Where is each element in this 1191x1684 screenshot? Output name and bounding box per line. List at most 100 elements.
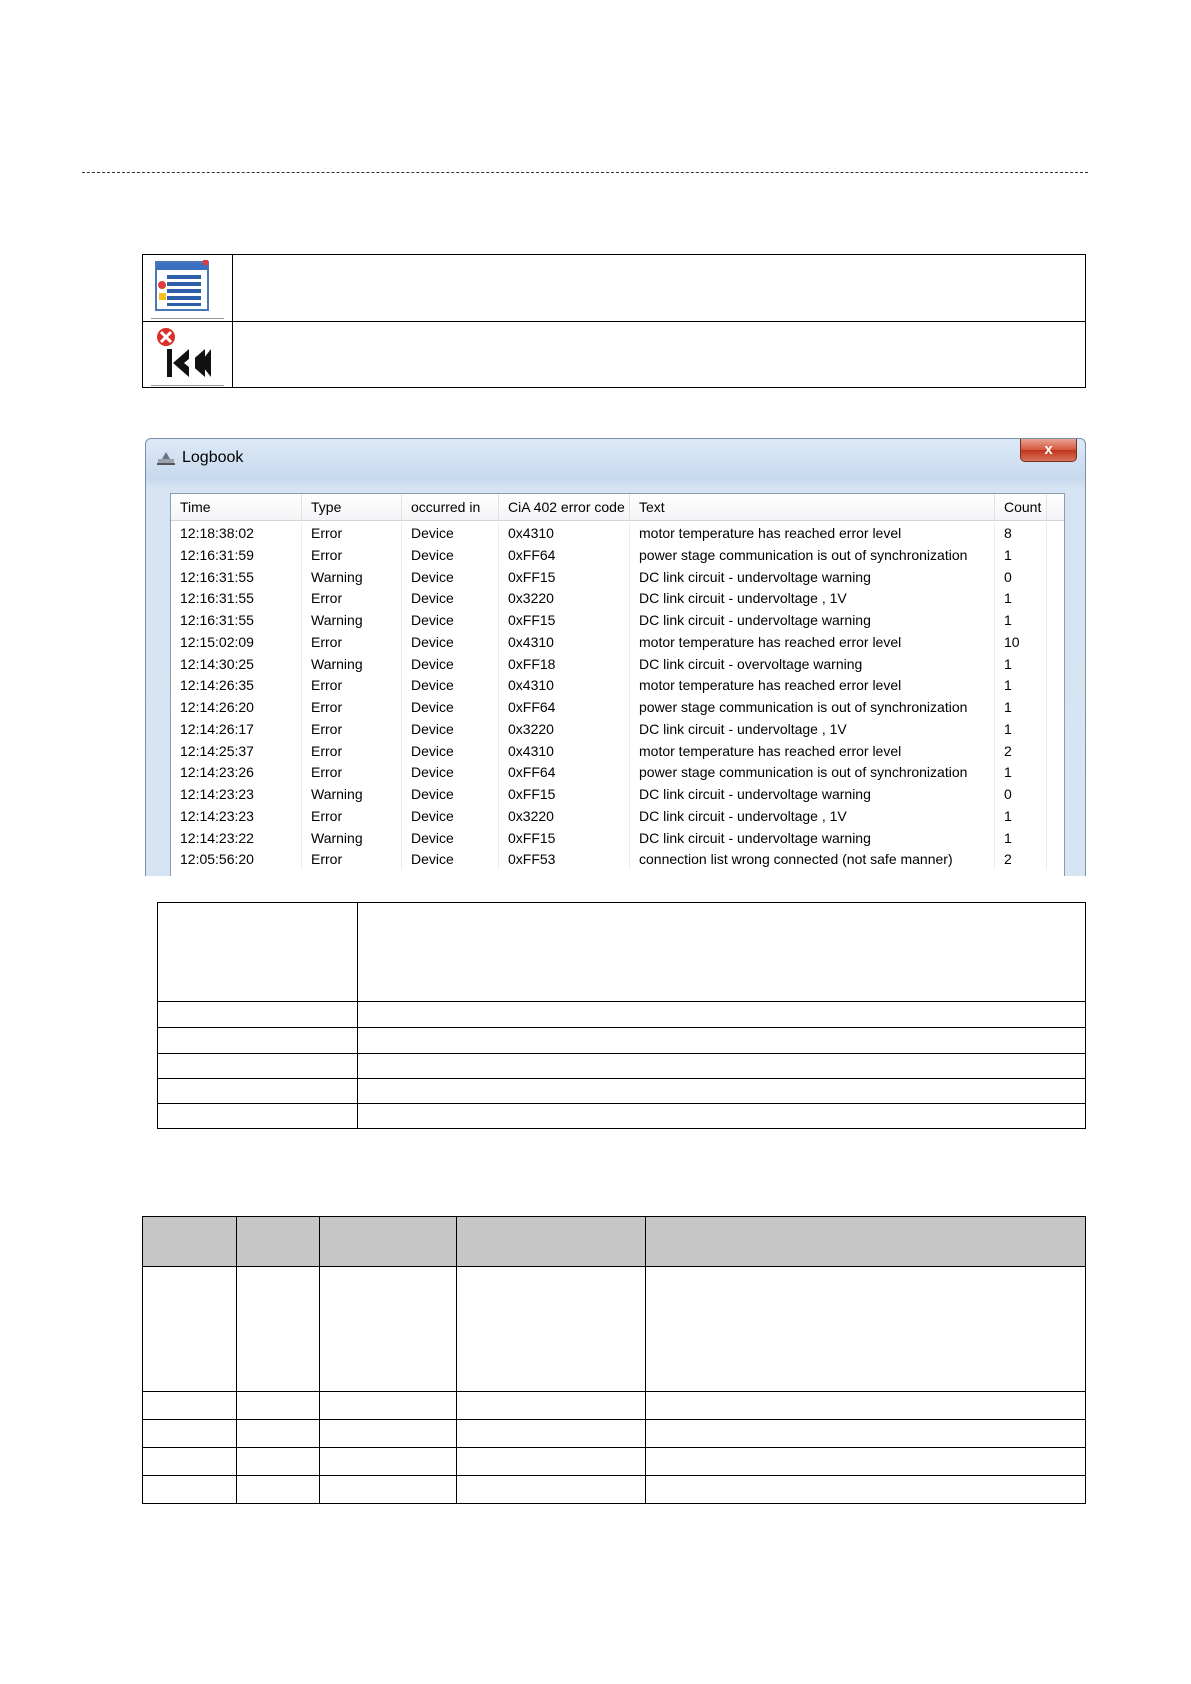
cell-type: Warning	[302, 652, 402, 675]
table-row[interactable]: 12:14:30:25 Warning Device 0xFF18 DC link ci…	[171, 652, 1064, 675]
cell-type: Warning	[302, 826, 402, 849]
icon-table-row	[143, 322, 1085, 388]
table-row	[158, 1079, 1085, 1104]
cell-occurred-in: Device	[402, 783, 499, 805]
column-header-error-code[interactable]: CiA 402 error code	[499, 494, 630, 520]
table-row[interactable]: 12:14:26:20 Error Device 0xFF64 power stage …	[171, 696, 1064, 718]
cell-error-code: 0x3220	[499, 717, 630, 740]
cell-type: Error	[302, 587, 402, 610]
close-button[interactable]: x	[1020, 439, 1077, 462]
cell-count: 1	[995, 761, 1047, 784]
table-row	[143, 1420, 1085, 1448]
cell-error-code: 0xFF64	[499, 696, 630, 718]
table-row[interactable]: 12:16:31:55 Warning Device 0xFF15 DC link ci…	[171, 565, 1064, 588]
cell-type: Error	[302, 804, 402, 827]
title-bar[interactable]: Logbook x	[146, 439, 1085, 477]
cell-error-code: 0xFF15	[499, 609, 630, 631]
table-row[interactable]: 12:16:31:55 Error Device 0x3220 DC link circ…	[171, 587, 1064, 610]
cell-type: Warning	[302, 565, 402, 588]
cell-time: 12:14:23:26	[171, 761, 302, 784]
table-row[interactable]: 12:18:38:02 Error Device 0x4310 motor temper…	[171, 522, 1064, 544]
cell-time: 12:14:23:22	[171, 826, 302, 849]
table-row[interactable]: 12:14:25:37 Error Device 0x4310 motor temper…	[171, 739, 1064, 762]
cell-error-code: 0xFF53	[499, 848, 630, 871]
cell-error-code: 0xFF64	[499, 761, 630, 784]
cell-time: 12:16:31:55	[171, 609, 302, 631]
column-header-count[interactable]: Count	[995, 494, 1047, 520]
table-row	[158, 1002, 1085, 1028]
cell-error-code: 0x3220	[499, 587, 630, 610]
cell-text: motor temperature has reached error leve…	[630, 674, 995, 697]
cell-occurred-in: Device	[402, 522, 499, 544]
table-row	[158, 1054, 1085, 1079]
icon-cell	[143, 255, 233, 321]
cell-type: Error	[302, 848, 402, 871]
cell-type: Error	[302, 717, 402, 740]
column-header-time[interactable]: Time	[171, 494, 302, 520]
error-code-table	[142, 1216, 1086, 1504]
cell-count: 8	[995, 522, 1047, 544]
table-row[interactable]: 12:14:26:17 Error Device 0x3220 DC link circ…	[171, 717, 1064, 740]
icon-table	[142, 254, 1086, 388]
cell-time: 12:14:25:37	[171, 739, 302, 762]
table-row[interactable]: 12:14:23:26 Error Device 0xFF64 power stage …	[171, 761, 1064, 784]
cell-count: 2	[995, 739, 1047, 762]
table-row[interactable]: 12:14:23:23 Warning Device 0xFF15 DC link ci…	[171, 783, 1064, 805]
clear-error-icon	[157, 328, 211, 377]
cell-error-code: 0xFF15	[499, 826, 630, 849]
cell-error-code: 0x3220	[499, 804, 630, 827]
cell-type: Error	[302, 522, 402, 544]
table-row[interactable]: 12:14:23:22 Warning Device 0xFF15 DC link ci…	[171, 826, 1064, 849]
table-row	[158, 1104, 1085, 1128]
cell-time: 12:14:30:25	[171, 652, 302, 675]
cell-text: power stage communication is out of sync…	[630, 543, 995, 566]
cell-error-code: 0x4310	[499, 739, 630, 762]
column-header-text[interactable]: Text	[630, 494, 995, 520]
cell-count: 1	[995, 717, 1047, 740]
cell-count: 1	[995, 696, 1047, 718]
page-divider	[82, 172, 1088, 173]
cell-time: 12:14:26:17	[171, 717, 302, 740]
table-row[interactable]: 12:16:31:55 Warning Device 0xFF15 DC link ci…	[171, 609, 1064, 631]
table-row[interactable]: 12:16:31:59 Error Device 0xFF64 power stage …	[171, 543, 1064, 566]
table-row[interactable]: 12:14:26:35 Error Device 0x4310 motor temper…	[171, 674, 1064, 697]
cell-type: Error	[302, 739, 402, 762]
column-header-type[interactable]: Type	[302, 494, 402, 520]
table-row[interactable]: 12:05:56:20 Error Device 0xFF53 connection l…	[171, 848, 1064, 871]
table-row[interactable]: 12:14:23:23 Error Device 0x3220 DC link circ…	[171, 804, 1064, 827]
cell-occurred-in: Device	[402, 717, 499, 740]
cell-time: 12:05:56:20	[171, 848, 302, 871]
cell-error-code: 0x4310	[499, 674, 630, 697]
cell-text: motor temperature has reached error leve…	[630, 522, 995, 544]
cell-time: 12:18:38:02	[171, 522, 302, 544]
cell-occurred-in: Device	[402, 565, 499, 588]
icon-underline	[151, 385, 224, 386]
cell-time: 12:16:31:55	[171, 565, 302, 588]
column-header-occurred-in[interactable]: occurred in	[402, 494, 499, 520]
logbook-header: Time Type occurred in CiA 402 error code Tex…	[171, 494, 1064, 521]
window-app-icon	[157, 452, 175, 465]
cell-text: connection list wrong connected (not saf…	[630, 848, 995, 871]
table-row[interactable]: 12:15:02:09 Error Device 0x4310 motor temper…	[171, 630, 1064, 653]
table-row	[158, 903, 1085, 1002]
logbook-icon	[155, 260, 209, 311]
description-table	[157, 902, 1086, 1129]
cell-count: 1	[995, 674, 1047, 697]
cell-type: Error	[302, 630, 402, 653]
cell-occurred-in: Device	[402, 848, 499, 871]
cell-occurred-in: Device	[402, 609, 499, 631]
cell-count: 1	[995, 543, 1047, 566]
window-title: Logbook	[182, 449, 244, 466]
table-row	[143, 1476, 1085, 1503]
table-row	[158, 1028, 1085, 1054]
cell-time: 12:14:26:20	[171, 696, 302, 718]
logbook-list[interactable]: Time Type occurred in CiA 402 error code Tex…	[170, 493, 1065, 876]
cell-error-code: 0x4310	[499, 522, 630, 544]
cell-type: Error	[302, 674, 402, 697]
table-row	[143, 1267, 1085, 1392]
cell-error-code: 0xFF64	[499, 543, 630, 566]
icon-cell	[143, 322, 233, 388]
cell-occurred-in: Device	[402, 674, 499, 697]
cell-text: DC link circuit - undervoltage warning	[630, 609, 995, 631]
cell-type: Error	[302, 761, 402, 784]
